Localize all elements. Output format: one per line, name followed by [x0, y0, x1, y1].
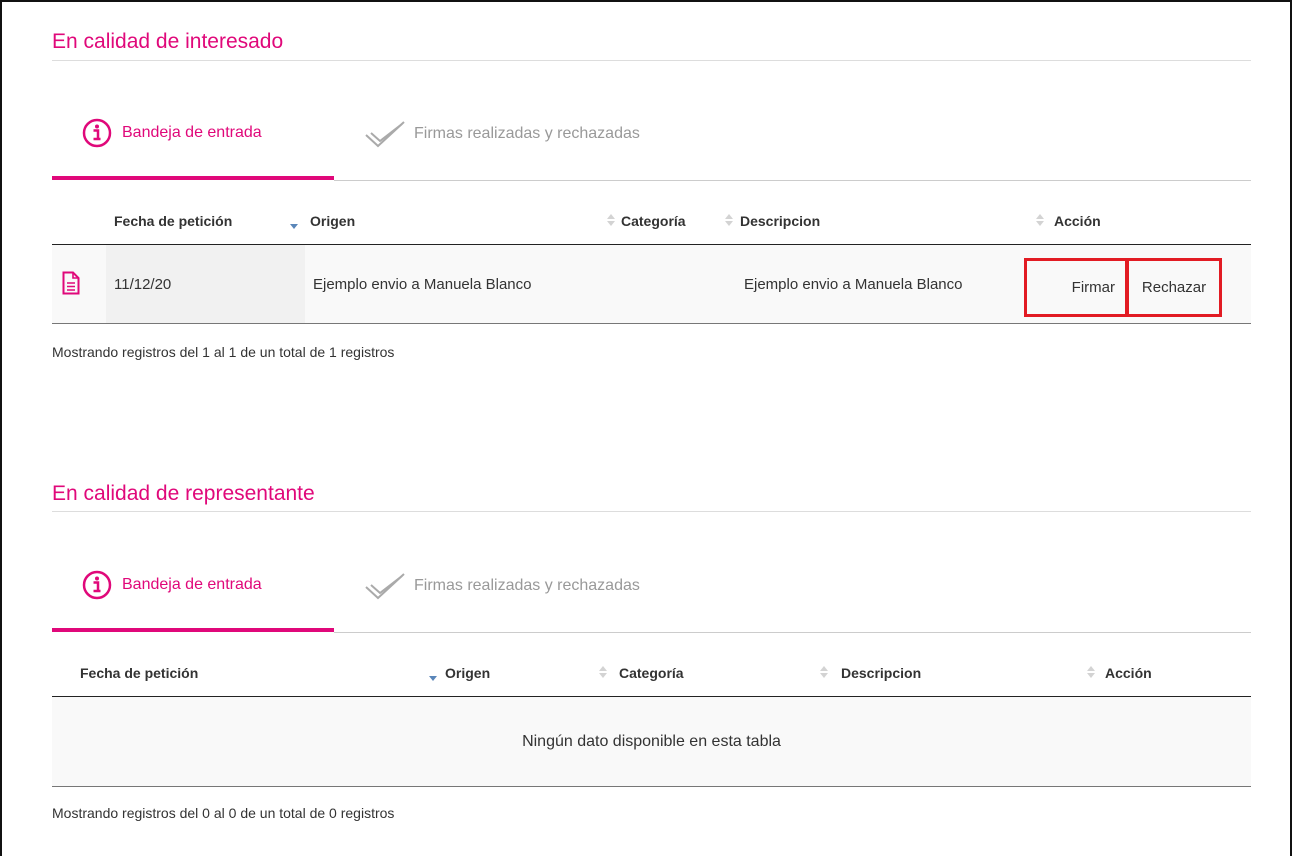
empty-table-message: Ningún dato disponible en esta tabla — [522, 733, 781, 750]
tab-label: Bandeja de entrada — [122, 124, 262, 141]
tab-firmas-realizadas[interactable]: Firmas realizadas y rechazadas — [364, 119, 640, 149]
sort-icon[interactable] — [820, 666, 828, 678]
tab-bandeja-entrada[interactable]: Bandeja de entrada — [82, 118, 262, 148]
tab-label: Firmas realizadas y rechazadas — [414, 125, 640, 142]
sort-icon[interactable] — [599, 666, 607, 678]
table-info: Mostrando registros del 1 al 1 de un tot… — [52, 344, 395, 360]
info-icon — [82, 118, 112, 148]
tab-bandeja-entrada[interactable]: Bandeja de entrada — [82, 570, 262, 600]
rechazar-button[interactable]: Rechazar — [1126, 258, 1222, 317]
tabs-divider — [334, 180, 1251, 181]
column-header-accion[interactable]: Acción — [1105, 665, 1152, 681]
column-header-fecha[interactable]: Fecha de petición — [114, 213, 232, 229]
column-header-origen[interactable]: Origen — [310, 213, 355, 229]
cell-origen: Ejemplo envio a Manuela Blanco — [313, 276, 532, 293]
sort-icon[interactable] — [725, 214, 733, 226]
section-title-representante: En calidad de representante — [52, 482, 315, 505]
column-header-categoria[interactable]: Categoría — [619, 665, 684, 681]
table-bottom-rule — [52, 786, 1251, 787]
column-header-categoria[interactable]: Categoría — [621, 213, 686, 229]
column-header-descripcion[interactable]: Descripcion — [740, 213, 820, 229]
cell-descripcion: Ejemplo envio a Manuela Blanco — [744, 276, 963, 293]
tab-label: Firmas realizadas y rechazadas — [414, 577, 640, 594]
column-header-descripcion[interactable]: Descripcion — [841, 665, 921, 681]
section-divider — [52, 60, 1251, 61]
active-tab-indicator — [52, 628, 334, 632]
tab-firmas-realizadas[interactable]: Firmas realizadas y rechazadas — [364, 571, 640, 601]
double-check-icon — [365, 121, 405, 148]
table-info: Mostrando registros del 0 al 0 de un tot… — [52, 805, 395, 821]
cell-fecha: 11/12/20 — [114, 276, 172, 293]
firmar-button[interactable]: Firmar — [1024, 258, 1128, 317]
double-check-icon — [365, 573, 405, 600]
document-icon[interactable] — [62, 271, 80, 295]
sort-desc-icon[interactable] — [429, 676, 437, 682]
column-header-origen[interactable]: Origen — [445, 665, 490, 681]
active-tab-indicator — [52, 176, 334, 180]
sort-desc-icon[interactable] — [290, 224, 298, 230]
tab-label: Bandeja de entrada — [122, 576, 262, 593]
section-title-interesado: En calidad de interesado — [52, 30, 284, 53]
info-icon — [82, 570, 112, 600]
column-header-fecha[interactable]: Fecha de petición — [80, 665, 198, 681]
sort-icon[interactable] — [1036, 214, 1044, 226]
table-bottom-rule — [52, 323, 1251, 324]
sort-icon[interactable] — [1087, 666, 1095, 678]
column-header-accion[interactable]: Acción — [1054, 213, 1101, 229]
section-divider — [52, 511, 1251, 512]
tabs-divider — [334, 632, 1251, 633]
sort-icon[interactable] — [607, 214, 615, 226]
